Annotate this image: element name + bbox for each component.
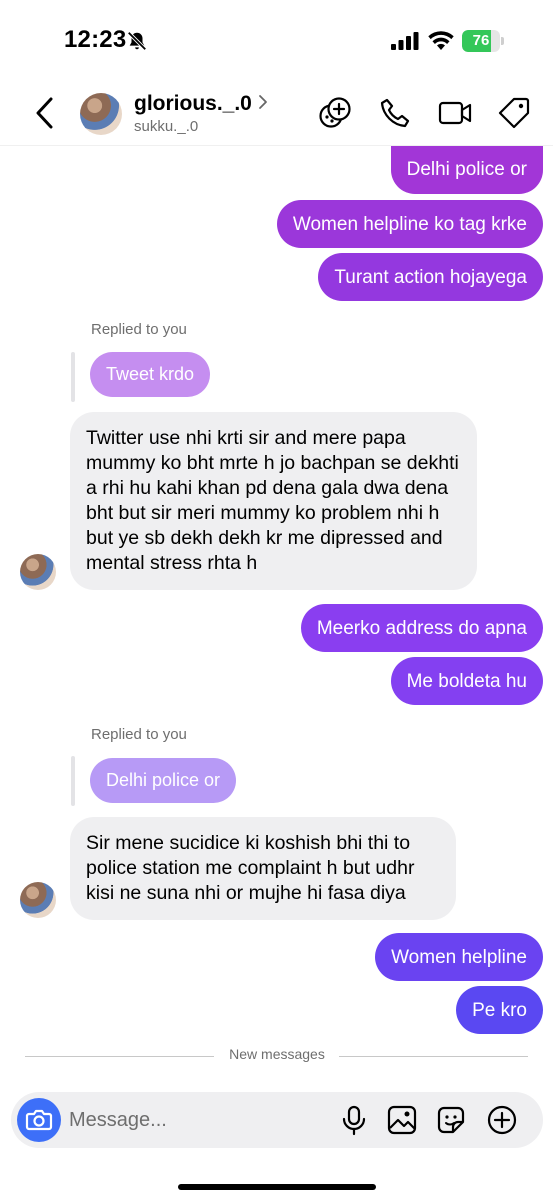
- reply-quote-bar: [71, 352, 75, 402]
- camera-icon: [25, 1109, 53, 1131]
- sticker-icon[interactable]: [435, 1104, 467, 1136]
- plus-circle-icon[interactable]: [486, 1104, 518, 1136]
- contact-avatar[interactable]: [80, 93, 122, 135]
- outgoing-message[interactable]: Meerko address do apna: [300, 604, 543, 652]
- message-input[interactable]: [69, 1102, 319, 1138]
- battery-level: 76: [472, 32, 490, 49]
- wifi-icon: [428, 31, 454, 50]
- reply-quote-bar: [71, 756, 75, 806]
- reply-quote-bubble[interactable]: Delhi police or: [90, 758, 237, 803]
- outgoing-message[interactable]: Turant action hojayega: [318, 253, 543, 301]
- new-messages-label: New messages: [229, 1046, 325, 1062]
- gallery-icon[interactable]: [386, 1104, 418, 1136]
- reply-label: Replied to you: [91, 321, 187, 338]
- contact-handle: sukku._.0: [134, 118, 199, 135]
- phone-icon[interactable]: [378, 96, 412, 130]
- outgoing-message[interactable]: Pe kro: [456, 986, 543, 1034]
- video-camera-icon[interactable]: [438, 96, 472, 130]
- battery-icon: 76: [462, 30, 504, 52]
- cellular-signal-icon: [391, 32, 419, 50]
- back-chevron-icon[interactable]: [34, 96, 56, 130]
- message-composer: [11, 1092, 543, 1148]
- reply-quote-bubble[interactable]: Tweet krdo: [90, 352, 211, 397]
- status-time: 12:23: [64, 26, 127, 53]
- home-indicator[interactable]: [178, 1184, 376, 1190]
- contact-username[interactable]: glorious._.0: [134, 92, 252, 116]
- bell-slash-icon: [127, 31, 147, 51]
- outgoing-message[interactable]: Women helpline: [375, 933, 543, 981]
- status-bar: 12:23 76: [0, 0, 553, 80]
- outgoing-message[interactable]: Me boldeta hu: [390, 657, 543, 705]
- camera-button[interactable]: [17, 1098, 61, 1142]
- chat-header: glorious._.0 sukku._.0: [0, 80, 553, 146]
- sender-avatar[interactable]: [20, 882, 56, 918]
- sender-avatar[interactable]: [20, 554, 56, 590]
- outgoing-message[interactable]: Women helpline ko tag krke: [276, 200, 543, 248]
- incoming-message[interactable]: Twitter use nhi krti sir and mere papa m…: [70, 412, 477, 590]
- incoming-message[interactable]: Sir mene sucidice ki koshish bhi thi to …: [70, 817, 456, 920]
- new-messages-divider: New messages: [25, 1046, 528, 1062]
- chevron-right-icon[interactable]: [258, 94, 268, 110]
- add-effects-icon[interactable]: [318, 96, 352, 130]
- microphone-icon[interactable]: [338, 1104, 370, 1136]
- outgoing-message[interactable]: Delhi police or: [390, 146, 543, 194]
- tag-icon[interactable]: [497, 96, 531, 130]
- reply-label: Replied to you: [91, 726, 187, 743]
- message-thread[interactable]: Delhi police or Women helpline ko tag kr…: [0, 146, 553, 1090]
